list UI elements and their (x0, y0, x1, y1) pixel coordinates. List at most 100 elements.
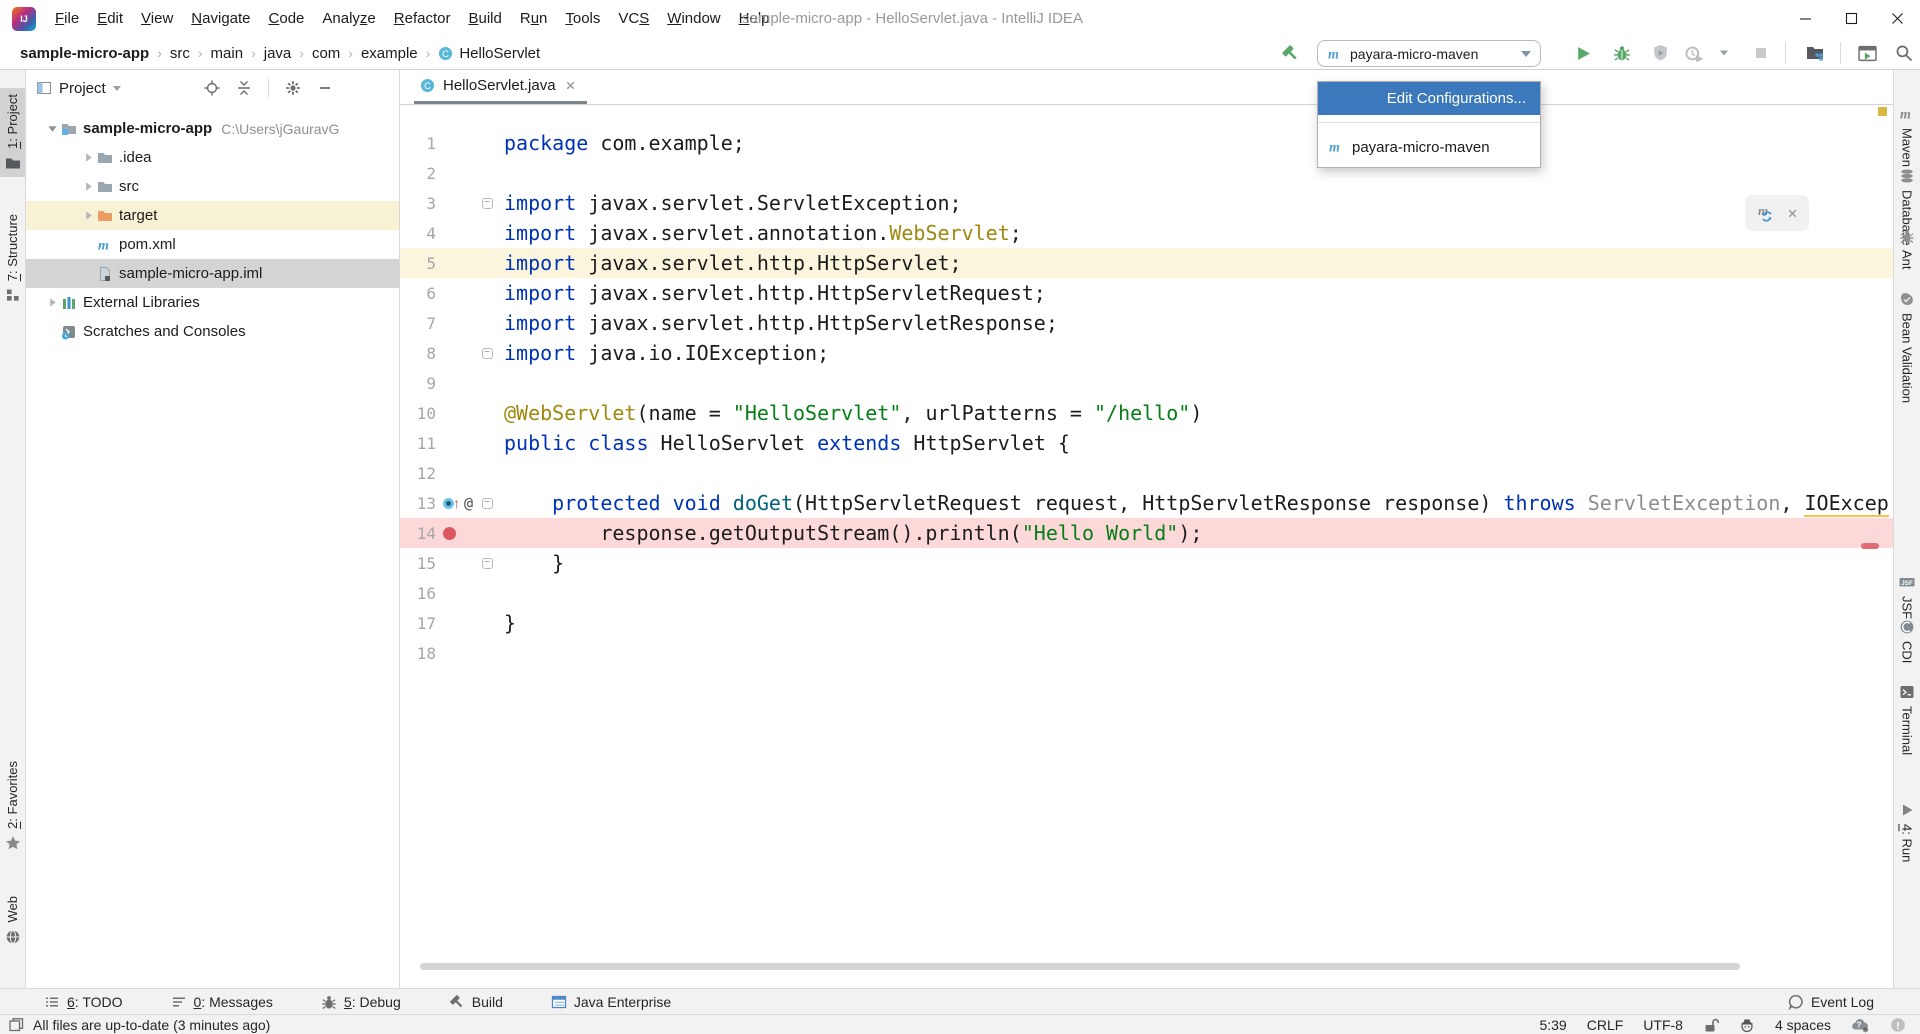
gutter[interactable]: 11 (400, 428, 496, 458)
gutter[interactable]: 2 (400, 158, 496, 188)
locate-button[interactable] (204, 80, 220, 96)
menu-refactor[interactable]: Refactor (385, 0, 460, 37)
tree-item-target[interactable]: target (26, 201, 399, 230)
menu-navigate[interactable]: Navigate (182, 0, 259, 37)
breadcrumb-main[interactable]: main (209, 45, 246, 62)
hector-icon[interactable] (1739, 1017, 1755, 1033)
status-utf-8[interactable]: UTF-8 (1643, 1017, 1683, 1033)
fold-marker-icon[interactable]: − (482, 198, 493, 209)
menu-view[interactable]: View (132, 0, 182, 37)
settings-button[interactable] (285, 80, 301, 96)
expander-right-icon[interactable] (80, 181, 97, 192)
fold-marker-icon[interactable]: − (482, 348, 493, 359)
tree-item-Scratches-and-Consoles[interactable]: Scratches and Consoles (26, 317, 399, 346)
coverage-button[interactable] (1648, 37, 1672, 69)
hide-button[interactable] (317, 80, 333, 96)
menu-analyze[interactable]: Analyze (313, 0, 384, 37)
tool-button-ant[interactable]: Ant (1894, 222, 1920, 276)
collapse-all-button[interactable] (236, 80, 252, 96)
tool-button-messages[interactable]: 0: Messages (171, 994, 273, 1010)
tool-button-java-enterprise[interactable]: Java Enterprise (551, 994, 671, 1010)
fold-marker-icon[interactable]: − (482, 558, 493, 569)
tree-item-src[interactable]: src (26, 172, 399, 201)
gutter[interactable]: 13↑@− (400, 488, 496, 518)
tool-button-project[interactable]: 1: Project (0, 88, 25, 177)
gutter[interactable]: 16 (400, 578, 496, 608)
profiler-button[interactable] (1682, 37, 1706, 69)
tool-button-cdi[interactable]: CDI (1894, 613, 1920, 669)
unlock-icon[interactable] (1703, 1017, 1719, 1033)
horizontal-scrollbar[interactable] (420, 963, 1740, 970)
tree-item-External-Libraries[interactable]: External Libraries (26, 288, 399, 317)
breakpoint-icon[interactable] (443, 527, 456, 540)
close-icon[interactable] (1786, 207, 1799, 220)
tree-item-.idea[interactable]: .idea (26, 143, 399, 172)
event-log-button[interactable]: Event Log (1788, 994, 1874, 1010)
gutter[interactable]: 7 (400, 308, 496, 338)
gutter[interactable]: 12 (400, 458, 496, 488)
project-structure-button[interactable] (1803, 37, 1827, 69)
tool-button-debug[interactable]: 5: Debug (321, 994, 401, 1010)
status-4-spaces[interactable]: 4 spaces (1775, 1017, 1831, 1033)
menu-window[interactable]: Window (658, 0, 729, 37)
popup-item-edit-configurations[interactable]: Edit Configurations... (1318, 82, 1540, 115)
gutter[interactable]: 5 (400, 248, 496, 278)
run-configuration-select[interactable]: m payara-micro-maven (1317, 40, 1541, 67)
status-crlf[interactable]: CRLF (1587, 1017, 1624, 1033)
run-tool-window-button[interactable] (1855, 37, 1879, 69)
run-button[interactable] (1571, 37, 1595, 69)
code-editor[interactable]: 1package com.example;23−import javax.ser… (400, 105, 1893, 668)
status-5-39[interactable]: 5:39 (1539, 1017, 1566, 1033)
breadcrumb-class[interactable]: CHelloServlet (436, 45, 540, 62)
menu-build[interactable]: Build (459, 0, 510, 37)
close-icon[interactable] (564, 79, 577, 92)
gutter[interactable]: 6 (400, 278, 496, 308)
search-everywhere-button[interactable] (1892, 37, 1916, 69)
tree-item-sample-micro-app[interactable]: sample-micro-appC:\Users\jGauravG (26, 114, 399, 143)
tab-helloservlet-java[interactable]: C HelloServlet.java (414, 70, 587, 104)
tool-button-bean-validation[interactable]: Bean Validation (1894, 285, 1920, 409)
build-hammer-button[interactable] (1278, 37, 1302, 69)
gutter[interactable]: 4 (400, 218, 496, 248)
cloud-settings-icon[interactable]: ? (1851, 1017, 1870, 1033)
gutter[interactable]: 15− (400, 548, 496, 578)
gutter[interactable]: 8− (400, 338, 496, 368)
chevron-down-icon[interactable] (113, 86, 121, 91)
window-minimize-button[interactable] (1782, 0, 1828, 37)
window-close-button[interactable] (1874, 0, 1920, 37)
tree-item-pom.xml[interactable]: mpom.xml (26, 230, 399, 259)
fold-marker-icon[interactable]: − (482, 498, 493, 509)
gutter[interactable]: 18 (400, 638, 496, 668)
gutter[interactable]: 10 (400, 398, 496, 428)
gutter[interactable]: 9 (400, 368, 496, 398)
tool-button-favorites[interactable]: 2: Favorites (0, 755, 25, 857)
maven-reload-icon[interactable]: m (1755, 203, 1777, 223)
menu-run[interactable]: Run (511, 0, 557, 37)
profiler-arrow-button[interactable] (1712, 37, 1736, 69)
expander-right-icon[interactable] (80, 210, 97, 221)
gutter[interactable]: 3− (400, 188, 496, 218)
menu-edit[interactable]: Edit (88, 0, 132, 37)
popup-item-payara-micro-maven[interactable]: mpayara-micro-maven (1318, 131, 1540, 163)
override-method-icon[interactable] (443, 498, 454, 509)
breadcrumb-java[interactable]: java (262, 45, 294, 62)
breakpoint-stripe-mark[interactable] (1861, 543, 1879, 549)
expander-right-icon[interactable] (44, 297, 61, 308)
tool-button-build[interactable]: Build (449, 994, 503, 1010)
debug-button[interactable] (1610, 37, 1634, 69)
window-maximize-button[interactable] (1828, 0, 1874, 37)
gutter[interactable]: 1 (400, 128, 496, 158)
breadcrumb-example[interactable]: example (359, 45, 420, 62)
gutter[interactable]: 17 (400, 608, 496, 638)
menu-vcs[interactable]: VCS (609, 0, 658, 37)
gutter[interactable]: 14 (400, 518, 496, 548)
project-panel-title[interactable]: Project (59, 80, 106, 97)
menu-code[interactable]: Code (260, 0, 314, 37)
attention-icon[interactable]: ! (1890, 1017, 1906, 1033)
stop-button[interactable] (1749, 37, 1773, 69)
warning-stripe-mark[interactable] (1878, 107, 1887, 116)
tool-button-structure[interactable]: 7: Structure (0, 208, 25, 309)
tool-button-run[interactable]: 4: Run (1894, 796, 1920, 868)
tool-button-web[interactable]: Web (0, 890, 25, 951)
breadcrumb-com[interactable]: com (310, 45, 342, 62)
